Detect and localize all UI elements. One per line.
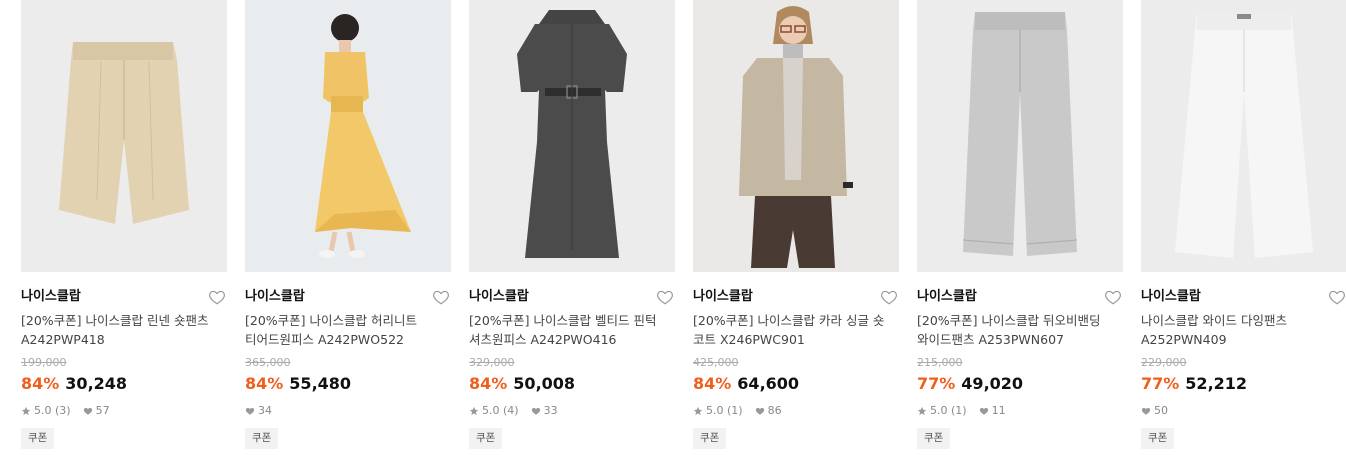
sale-price: 49,020 [961, 374, 1024, 393]
original-price: 365,000 [245, 356, 291, 369]
sale-price: 50,008 [513, 374, 576, 393]
heart-outline-icon[interactable] [432, 288, 450, 306]
brand-name[interactable]: 나이스클랍 [21, 287, 81, 307]
product-title-line[interactable]: [20%쿠폰] 나이스클랍 카라 싱글 숏 [693, 311, 899, 330]
heart-filled-icon [1141, 406, 1151, 416]
sale-price: 52,212 [1185, 374, 1248, 393]
heart-outline-icon[interactable] [208, 288, 226, 306]
product-card[interactable]: 나이스클랍 [20%쿠폰] 나이스클랍 린넨 숏팬츠 A242PWP418 19… [21, 0, 227, 469]
brand-name[interactable]: 나이스클랍 [469, 287, 529, 307]
rating-text: 5.0 (4) [482, 404, 519, 417]
product-title-line[interactable]: 나이스클랍 와이드 다잉팬츠 [1141, 311, 1346, 330]
coupon-badge: 쿠폰 [693, 428, 727, 449]
price-row: 84% 55,480 [245, 373, 351, 395]
review-meta: 5.0 (3) 57 [21, 403, 110, 419]
discount-rate: 77% [1141, 374, 1180, 393]
review-meta: 5.0 (1) 11 [917, 403, 1006, 419]
product-title-line[interactable]: 티어드원피스 A242PWO522 [245, 330, 451, 349]
coupon-badge: 쿠폰 [1141, 428, 1175, 449]
heart-filled-icon [245, 406, 255, 416]
heart-outline-icon[interactable] [1328, 288, 1346, 306]
review-meta: 50 [1141, 403, 1168, 419]
product-title[interactable]: [20%쿠폰] 나이스클랍 허리니트 티어드원피스 A242PWO522 [245, 311, 451, 349]
product-title-line[interactable]: A242PWP418 [21, 330, 227, 349]
heart-filled-icon [83, 406, 93, 416]
product-title[interactable]: [20%쿠폰] 나이스클랍 벨티드 핀턱 셔츠원피스 A242PWO416 [469, 311, 675, 349]
product-title-line[interactable]: A252PWN409 [1141, 330, 1346, 349]
coupon-badge: 쿠폰 [469, 428, 503, 449]
brand-name[interactable]: 나이스클랍 [917, 287, 977, 307]
brand-name[interactable]: 나이스클랍 [245, 287, 305, 307]
likes-count: 86 [767, 404, 782, 417]
rating-text: 5.0 (1) [930, 404, 967, 417]
original-price: 199,000 [21, 356, 67, 369]
heart-outline-icon[interactable] [1104, 288, 1122, 306]
discount-rate: 84% [693, 374, 732, 393]
product-grid: 나이스클랍 [20%쿠폰] 나이스클랍 린넨 숏팬츠 A242PWP418 19… [0, 0, 1346, 469]
short-coat-model-image[interactable] [693, 0, 899, 272]
price-row: 84% 64,600 [693, 373, 799, 395]
review-meta: 34 [245, 403, 272, 419]
linen-shorts-image[interactable] [21, 0, 227, 272]
likes-count: 57 [95, 404, 110, 417]
product-title-line[interactable]: 셔츠원피스 A242PWO416 [469, 330, 675, 349]
product-title-line[interactable]: 와이드팬츠 A253PWN607 [917, 330, 1123, 349]
coupon-badge: 쿠폰 [21, 428, 55, 449]
star-icon [21, 406, 31, 416]
brand-name[interactable]: 나이스클랍 [1141, 287, 1201, 307]
original-price: 329,000 [469, 356, 515, 369]
product-title-line[interactable]: 코트 X246PWC901 [693, 330, 899, 349]
rating-text: 5.0 (1) [706, 404, 743, 417]
product-card[interactable]: 나이스클랍 [20%쿠폰] 나이스클랍 카라 싱글 숏 코트 X246PWC90… [693, 0, 899, 469]
rating-text: 5.0 (3) [34, 404, 71, 417]
shirt-dress-image[interactable] [469, 0, 675, 272]
original-price: 229,000 [1141, 356, 1187, 369]
discount-rate: 84% [245, 374, 284, 393]
yellow-dress-model-image[interactable] [245, 0, 451, 272]
brand-name[interactable]: 나이스클랍 [693, 287, 753, 307]
sale-price: 64,600 [737, 374, 800, 393]
white-wide-pants-image[interactable] [1141, 0, 1346, 272]
discount-rate: 84% [21, 374, 60, 393]
likes-count: 33 [543, 404, 558, 417]
product-card[interactable]: 나이스클랍 나이스클랍 와이드 다잉팬츠 A252PWN409 229,000 … [1141, 0, 1346, 469]
review-meta: 5.0 (4) 33 [469, 403, 558, 419]
heart-filled-icon [979, 406, 989, 416]
product-title[interactable]: [20%쿠폰] 나이스클랍 린넨 숏팬츠 A242PWP418 [21, 311, 227, 349]
price-row: 77% 49,020 [917, 373, 1023, 395]
star-icon [693, 406, 703, 416]
sale-price: 30,248 [65, 374, 128, 393]
product-title-line[interactable]: [20%쿠폰] 나이스클랍 허리니트 [245, 311, 451, 330]
heart-outline-icon[interactable] [880, 288, 898, 306]
product-title-line[interactable]: [20%쿠폰] 나이스클랍 벨티드 핀턱 [469, 311, 675, 330]
heart-outline-icon[interactable] [656, 288, 674, 306]
product-title[interactable]: [20%쿠폰] 나이스클랍 뒤오비밴딩 와이드팬츠 A253PWN607 [917, 311, 1123, 349]
discount-rate: 77% [917, 374, 956, 393]
product-title-line[interactable]: [20%쿠폰] 나이스클랍 뒤오비밴딩 [917, 311, 1123, 330]
coupon-badge: 쿠폰 [245, 428, 279, 449]
star-icon [917, 406, 927, 416]
price-row: 84% 30,248 [21, 373, 127, 395]
sale-price: 55,480 [289, 374, 352, 393]
price-row: 77% 52,212 [1141, 373, 1247, 395]
likes-count: 34 [258, 404, 272, 417]
review-meta: 5.0 (1) 86 [693, 403, 782, 419]
discount-rate: 84% [469, 374, 508, 393]
original-price: 215,000 [917, 356, 963, 369]
product-title[interactable]: 나이스클랍 와이드 다잉팬츠 A252PWN409 [1141, 311, 1346, 349]
heart-filled-icon [531, 406, 541, 416]
heart-filled-icon [755, 406, 765, 416]
original-price: 425,000 [693, 356, 739, 369]
likes-count: 50 [1154, 404, 1168, 417]
product-title-line[interactable]: [20%쿠폰] 나이스클랍 린넨 숏팬츠 [21, 311, 227, 330]
price-row: 84% 50,008 [469, 373, 575, 395]
product-title[interactable]: [20%쿠폰] 나이스클랍 카라 싱글 숏 코트 X246PWC901 [693, 311, 899, 349]
star-icon [469, 406, 479, 416]
product-card[interactable]: 나이스클랍 [20%쿠폰] 나이스클랍 허리니트 티어드원피스 A242PWO5… [245, 0, 451, 469]
likes-count: 11 [991, 404, 1006, 417]
coupon-badge: 쿠폰 [917, 428, 951, 449]
product-card[interactable]: 나이스클랍 [20%쿠폰] 나이스클랍 벨티드 핀턱 셔츠원피스 A242PWO… [469, 0, 675, 469]
grey-wide-pants-image[interactable] [917, 0, 1123, 272]
product-card[interactable]: 나이스클랍 [20%쿠폰] 나이스클랍 뒤오비밴딩 와이드팬츠 A253PWN6… [917, 0, 1123, 469]
